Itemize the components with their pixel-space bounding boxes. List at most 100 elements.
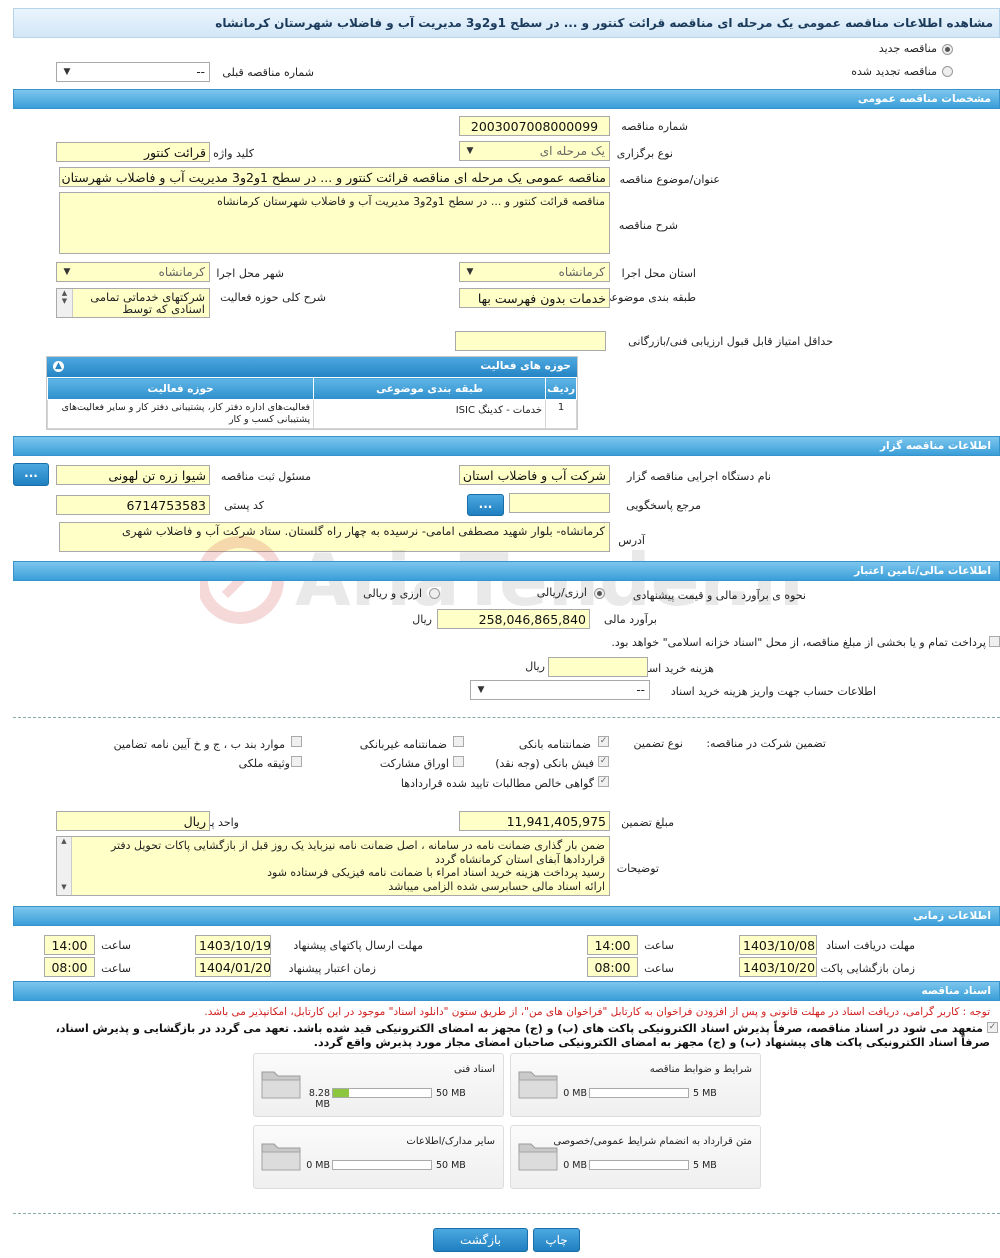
estimate-field[interactable]: 258,046,865,840: [437, 609, 590, 629]
account-value: --: [636, 683, 645, 697]
guarantee-type-label: نوع تضمین: [633, 737, 683, 750]
guarantee-section-label: تضمین شرکت در مناقصه:: [706, 737, 826, 750]
doc-fee-unit-label: ریال: [525, 660, 545, 673]
submit-deadline-time[interactable]: 14:00: [44, 935, 95, 955]
guarantee-nonbank-checkbox[interactable]: [453, 736, 464, 747]
doc-receive-deadline-time[interactable]: 14:00: [587, 935, 638, 955]
opening-date[interactable]: 1403/10/20: [739, 957, 817, 977]
back-button[interactable]: بازگشت: [433, 1228, 528, 1252]
guarantee-bonds-checkbox[interactable]: [453, 756, 464, 767]
opening-time[interactable]: 08:00: [587, 957, 638, 977]
validity-date[interactable]: 1404/01/20: [195, 957, 271, 977]
province-select[interactable]: کرمانشاه ▼: [459, 262, 610, 282]
commitment-checkbox[interactable]: ✓: [987, 1022, 998, 1033]
postal-field[interactable]: 6714753583: [56, 495, 210, 515]
min-score-field[interactable]: [455, 331, 606, 351]
file-box-terms[interactable]: شرایط و ضوابط مناقصه 0 MB 5 MB: [510, 1053, 761, 1117]
responder-field[interactable]: [509, 493, 610, 513]
section-timing-header: اطلاعات زمانی: [13, 906, 1000, 926]
submit-deadline-label: مهلت ارسال پاکتهای پیشنهاد: [293, 939, 423, 952]
guarantee-cash-label: فیش بانکی (وجه نقد): [495, 757, 594, 770]
file-name: متن قرارداد به انضمام شرایط عمومی/خصوصی: [553, 1136, 752, 1147]
file-size-used: 0 MB: [563, 1160, 587, 1171]
validity-time[interactable]: 08:00: [44, 957, 95, 977]
file-size-used: 0 MB: [306, 1160, 330, 1171]
file-box-technical[interactable]: اسناد فنی 8.28 MB 50 MB: [253, 1053, 504, 1117]
table-cell: فعالیت‌های اداره دفتر کار، پشتیبانی دفتر…: [46, 399, 315, 429]
table-cell: خدمات - کدینگ ISIC: [313, 399, 547, 429]
guarantee-claims-checkbox[interactable]: ✓: [598, 776, 609, 787]
doc-receive-time-label: ساعت: [644, 939, 674, 952]
doc-fee-field[interactable]: [548, 657, 648, 677]
category-field[interactable]: خدمات بدون فهرست بها: [459, 288, 610, 308]
registrar-field[interactable]: شیوا زره تن لهونی: [56, 465, 210, 485]
page-title: مشاهده اطلاعات مناقصه عمومی یک مرحله ای …: [13, 8, 1000, 38]
file-size-max: 5 MB: [693, 1088, 717, 1099]
scrollbar[interactable]: ▲ ▼: [57, 289, 73, 317]
guarantee-cash-checkbox[interactable]: ✓: [598, 756, 609, 767]
treasury-text: پرداخت تمام و یا بخشی از مبلغ مناقصه، از…: [611, 636, 986, 649]
file-size-used: 8.28 MB: [308, 1088, 330, 1110]
radio-rial-currency[interactable]: [594, 588, 605, 599]
doc-receive-deadline-date[interactable]: 1403/10/08: [739, 935, 817, 955]
description-field[interactable]: مناقصه قرائت کنتور و ... در سطح 1و2و3 مد…: [59, 192, 610, 254]
file-box-other[interactable]: سایر مدارک/اطلاعات 0 MB 50 MB: [253, 1125, 504, 1189]
responder-more-button[interactable]: ...: [467, 494, 504, 516]
chevron-down-icon: ▼: [466, 146, 474, 156]
treasury-checkbox[interactable]: [989, 636, 1000, 647]
hold-type-value: یک مرحله ای: [539, 144, 605, 158]
tender-number-label: شماره مناقصه: [621, 120, 688, 133]
prev-number-label: شماره مناقصه قبلی: [222, 66, 314, 79]
guarantee-property-label: وثیقه ملکی: [238, 757, 290, 770]
submit-deadline-date[interactable]: 1403/10/19: [195, 935, 271, 955]
print-button[interactable]: چاپ: [533, 1228, 580, 1252]
radio-currency-and-rial-label: ارزی و ریالی: [363, 587, 422, 600]
collapse-icon[interactable]: ▲: [53, 361, 64, 372]
registrar-more-button[interactable]: ...: [13, 463, 49, 486]
file-name: سایر مدارک/اطلاعات: [406, 1136, 495, 1147]
section-financial-header: اطلاعات مالی/تامین اعتبار: [13, 561, 1000, 581]
file-box-contract[interactable]: متن قرارداد به انضمام شرایط عمومی/خصوصی …: [510, 1125, 761, 1189]
hold-type-label: نوع برگزاری: [616, 147, 673, 160]
file-progress-bar: [589, 1088, 689, 1098]
city-select[interactable]: کرمانشاه ▼: [56, 262, 210, 282]
tender-number-field[interactable]: 2003007008000099: [459, 116, 610, 136]
guarantee-regulation-checkbox[interactable]: [291, 736, 302, 747]
hold-type-select[interactable]: یک مرحله ای ▼: [459, 141, 610, 161]
activity-desc-field[interactable]: شرکتهای خدماتی تمامی اسنادی که توسط: [56, 288, 210, 318]
prev-number-select[interactable]: -- ▼: [56, 62, 210, 82]
postal-label: کد پستی: [224, 499, 264, 512]
notes-field[interactable]: ضمن بار گذاری ضمانت نامه در سامانه ، اصل…: [56, 836, 610, 896]
doc-fee-label: هزینه خرید اسناد: [637, 662, 714, 675]
subject-field[interactable]: مناقصه عمومی یک مرحله ای مناقصه قرائت کن…: [59, 167, 610, 187]
estimate-method-label: نحوه ی برآورد مالی و قیمت پیشنهادی: [632, 589, 806, 602]
file-name: اسناد فنی: [454, 1064, 495, 1075]
keyword-field[interactable]: قرائت کنتور: [56, 142, 210, 162]
scrollbar[interactable]: ▲ ▼: [57, 837, 72, 895]
file-size-used: 0 MB: [563, 1088, 587, 1099]
table-header-category: طبقه بندی موضوعی: [313, 377, 547, 400]
radio-currency-and-rial[interactable]: [429, 588, 440, 599]
guarantee-property-checkbox[interactable]: [291, 756, 302, 767]
radio-renewed-tender[interactable]: [942, 66, 953, 77]
guarantee-bonds-label: اوراق مشارکت: [379, 757, 449, 770]
section-documents-header: اسناد مناقصه: [13, 981, 1000, 1001]
province-label: استان محل اجرا: [621, 267, 696, 280]
agency-field[interactable]: شرکت آب و فاضلاب استان: [459, 465, 610, 485]
city-label: شهر محل اجرا: [216, 267, 284, 280]
activity-table-header: حوزه های فعالیت ▲: [47, 357, 577, 377]
doc-receive-deadline-label: مهلت دریافت اسناد: [826, 939, 915, 952]
notes-line: رسید پرداخت هزینه خرید اسناد امراء با ضم…: [267, 866, 605, 879]
address-field[interactable]: کرمانشاه- بلوار شهید مصطفی امامی- نرسیده…: [59, 522, 610, 552]
radio-new-tender[interactable]: [942, 44, 953, 55]
address-label: آدرس: [618, 534, 645, 547]
activity-table-panel: حوزه های فعالیت ▲ ردیف طبقه بندی موضوعی …: [46, 356, 578, 430]
guarantee-bank-checkbox[interactable]: ✓: [598, 736, 609, 747]
subject-label: عنوان/موضوع مناقصه: [619, 173, 720, 186]
guarantee-amount-field[interactable]: 11,941,405,975: [459, 811, 610, 831]
money-unit-field[interactable]: ریال: [56, 811, 210, 831]
chevron-down-icon: ▼: [466, 267, 474, 277]
account-select[interactable]: -- ▼: [470, 680, 650, 700]
file-progress-bar: [332, 1088, 432, 1098]
min-score-label: حداقل امتیاز قابل قبول ارزیابی فنی/بازرگ…: [628, 335, 833, 348]
